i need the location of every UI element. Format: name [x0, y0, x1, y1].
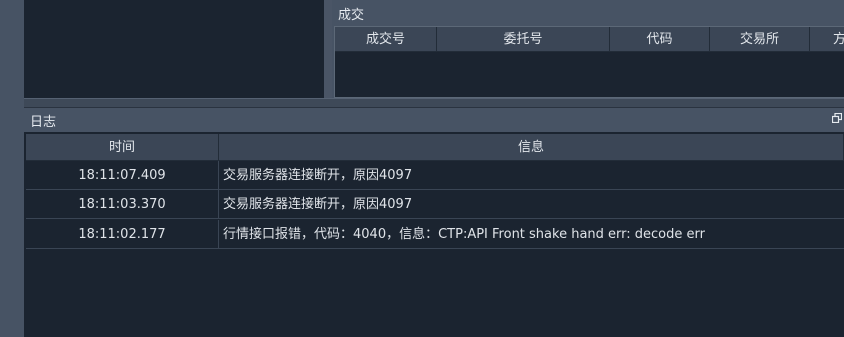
empty-dock-panel: [24, 0, 324, 98]
trades-dock: 成交 成交号 委托号 代码 交易所 方: [332, 0, 844, 100]
log-dock-header: 日志: [24, 108, 844, 132]
column-header-message[interactable]: 信息: [219, 134, 844, 161]
column-header-symbol[interactable]: 代码: [610, 27, 710, 52]
column-header-time[interactable]: 时间: [26, 134, 219, 161]
log-time-cell: 18:11:03.370: [26, 190, 219, 219]
log-time-cell: 18:11:07.409: [26, 161, 219, 190]
log-message-cell: 行情接口报错，代码：4040，信息：CTP:API Front shake ha…: [223, 227, 705, 242]
horizontal-splitter[interactable]: [24, 98, 844, 108]
column-header-order-id[interactable]: 委托号: [437, 27, 610, 52]
log-message-cell: 交易服务器连接断开，原因4097: [223, 168, 413, 183]
log-dock-title: 日志: [30, 115, 57, 130]
trades-dock-title: 成交: [338, 8, 365, 23]
float-window-icon[interactable]: [831, 112, 843, 126]
table-row[interactable]: 18:11:07.409 交易服务器连接断开，原因4097: [26, 161, 844, 190]
column-header-direction[interactable]: 方: [810, 27, 844, 52]
log-table[interactable]: 时间 信息 18:11:07.409 交易服务器连接断开，原因4097 18:1…: [24, 132, 844, 337]
trades-table[interactable]: 成交号 委托号 代码 交易所 方: [334, 26, 844, 98]
table-row[interactable]: 18:11:03.370 交易服务器连接断开，原因4097: [26, 190, 844, 219]
vertical-splitter[interactable]: [324, 0, 332, 100]
log-time-cell: 18:11:02.177: [26, 220, 219, 249]
column-header-trade-id[interactable]: 成交号: [335, 27, 437, 52]
log-message-cell: 交易服务器连接断开，原因4097: [223, 197, 413, 212]
column-header-exchange[interactable]: 交易所: [710, 27, 810, 52]
table-row[interactable]: 18:11:02.177 行情接口报错，代码：4040，信息：CTP:API F…: [26, 220, 844, 249]
